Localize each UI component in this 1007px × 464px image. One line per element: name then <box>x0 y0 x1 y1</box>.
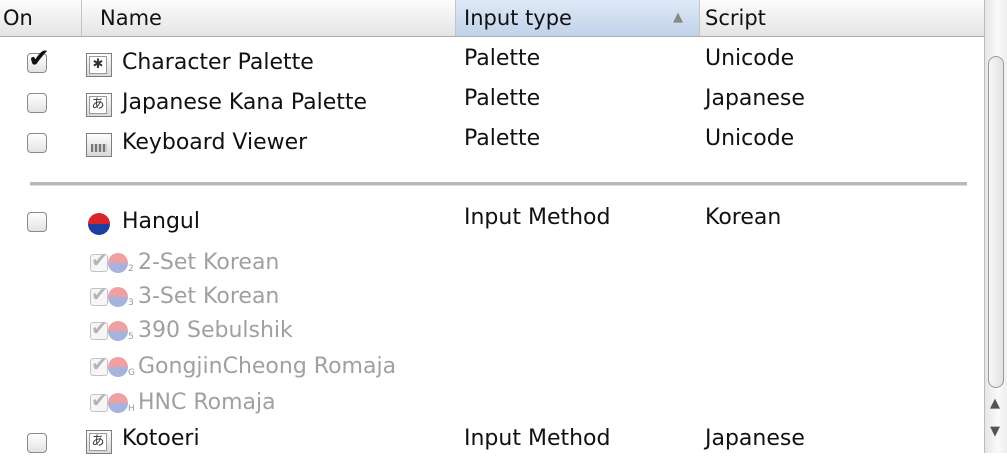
korean-flag-icon <box>108 393 128 413</box>
korean-flag-icon <box>108 253 128 273</box>
star-icon: ✱ <box>89 56 107 74</box>
row-script: Japanese <box>705 426 805 451</box>
disabled-checkbox: ✔ <box>90 248 108 272</box>
layout-badge: 5 <box>128 332 134 342</box>
list-item: ✔ H HNC Romaja <box>0 388 600 424</box>
row-name: Hangul <box>122 209 200 234</box>
row-script: Japanese <box>705 86 805 111</box>
table-header: On Name Input type ▲ Script <box>0 0 985 37</box>
row-script: Korean <box>705 205 782 230</box>
disabled-checkbox: ✔ <box>90 316 108 340</box>
list-item: ✔ 5 390 Sebulshik <box>0 316 600 352</box>
row-input-type: Palette <box>464 86 541 111</box>
kotoeri-icon: あ <box>86 430 112 454</box>
disabled-checkbox: ✔ <box>90 352 108 376</box>
column-header-script[interactable]: Script <box>700 0 985 36</box>
disabled-checkbox: ✔ <box>90 282 108 306</box>
keyboard-keys-icon <box>91 144 107 152</box>
kana-glyph-icon: あ <box>89 433 107 451</box>
enable-checkbox[interactable] <box>27 133 47 153</box>
sub-item-label: HNC Romaja <box>138 390 276 415</box>
table-row[interactable]: ✔ ✱ Character Palette Palette Unicode <box>0 44 985 84</box>
table-row[interactable]: あ Japanese Kana Palette Palette Japanese <box>0 84 985 124</box>
character-palette-icon: ✱ <box>86 53 112 77</box>
row-name: Keyboard Viewer <box>122 130 308 155</box>
column-header-name-label: Name <box>100 6 162 30</box>
korean-flag-icon <box>108 321 128 341</box>
row-input-type: Palette <box>464 46 541 71</box>
column-header-script-label: Script <box>705 6 766 30</box>
list-item: ✔ 3 3-Set Korean <box>0 282 600 318</box>
disabled-checkbox: ✔ <box>90 388 108 412</box>
enable-checkbox[interactable]: ✔ <box>27 44 50 74</box>
keyboard-viewer-icon <box>86 133 112 157</box>
list-item: ✔ G GongjinCheong Romaja <box>0 352 600 388</box>
checkmark-icon: ✔ <box>28 44 50 74</box>
enable-checkbox[interactable] <box>27 93 47 113</box>
table-row[interactable]: Hangul Input Method Korean <box>0 203 985 243</box>
row-input-type: Input Method <box>464 205 611 230</box>
korean-flag-icon <box>108 287 128 307</box>
list-item: ✔ 2 2-Set Korean <box>0 248 600 284</box>
scroll-down-arrow-icon[interactable]: ▼ <box>990 424 1000 439</box>
sub-item-label: 2-Set Korean <box>138 250 280 275</box>
enable-checkbox[interactable] <box>27 212 47 232</box>
sort-ascending-icon: ▲ <box>673 10 683 25</box>
group-separator <box>30 182 967 186</box>
kana-glyph-icon: あ <box>89 96 107 114</box>
column-header-on-label: On <box>3 6 33 30</box>
column-header-on[interactable]: On <box>0 0 82 36</box>
row-script: Unicode <box>705 46 795 71</box>
table-row[interactable]: Keyboard Viewer Palette Unicode <box>0 124 985 164</box>
korean-flag-icon <box>88 213 110 235</box>
row-input-type: Input Method <box>464 426 611 451</box>
korean-flag-icon <box>108 357 128 377</box>
row-name: Character Palette <box>122 50 314 75</box>
sub-item-label: 3-Set Korean <box>138 284 280 309</box>
scrollbar-thumb[interactable] <box>988 56 1004 388</box>
row-input-type: Palette <box>464 126 541 151</box>
enable-checkbox[interactable] <box>27 433 47 453</box>
layout-badge: 2 <box>128 264 134 274</box>
column-header-name[interactable]: Name <box>82 0 456 36</box>
layout-badge: 3 <box>128 298 134 308</box>
column-header-input-type[interactable]: Input type ▲ <box>456 0 700 36</box>
sub-item-label: GongjinCheong Romaja <box>138 354 397 379</box>
column-header-input-type-label: Input type <box>464 6 572 30</box>
sub-item-label: 390 Sebulshik <box>138 318 293 343</box>
layout-badge: H <box>128 404 135 414</box>
vertical-scrollbar[interactable]: ▲ ▼ <box>984 0 1007 453</box>
table-row[interactable]: あ Kotoeri Input Method Japanese <box>0 424 985 464</box>
row-name: Kotoeri <box>122 426 200 451</box>
japanese-kana-palette-icon: あ <box>86 93 112 117</box>
scroll-up-arrow-icon[interactable]: ▲ <box>990 396 1000 411</box>
row-script: Unicode <box>705 126 795 151</box>
row-name: Japanese Kana Palette <box>122 90 368 115</box>
layout-badge: G <box>128 368 135 378</box>
